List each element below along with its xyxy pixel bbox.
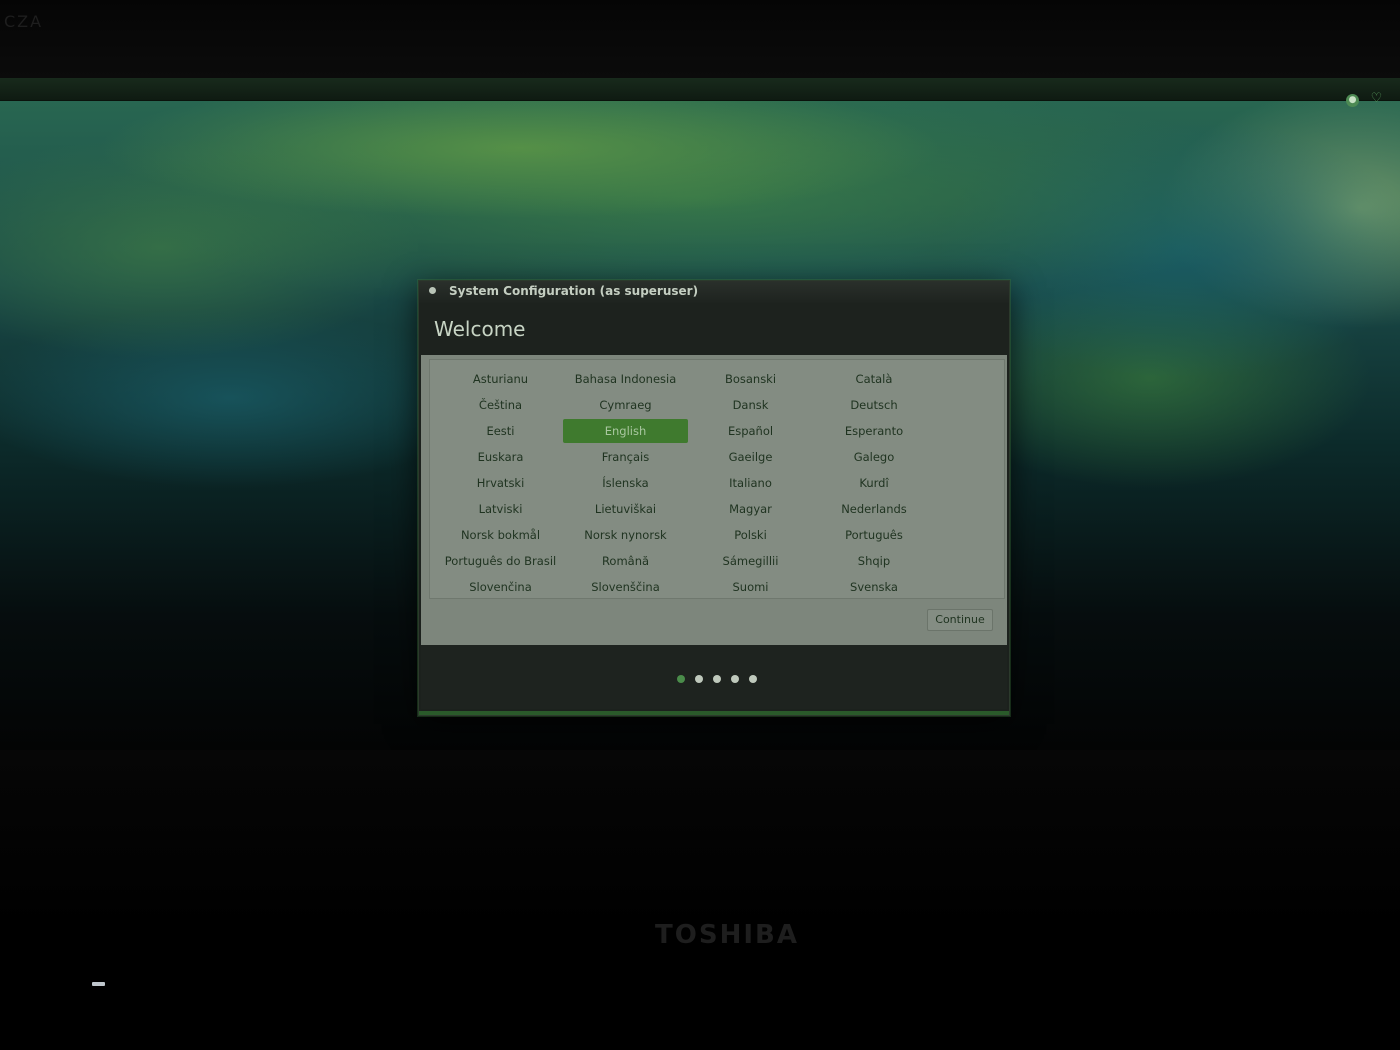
language-item[interactable]: Polski — [688, 522, 813, 548]
window-title: System Configuration (as superuser) — [449, 284, 699, 298]
progress-dot — [731, 675, 739, 683]
language-item[interactable]: Suomi — [688, 574, 813, 600]
language-item[interactable]: Bosanski — [688, 366, 813, 392]
language-item[interactable]: Čeština — [438, 392, 563, 418]
language-item[interactable]: Sámegillii — [688, 548, 813, 574]
language-item[interactable]: Română — [563, 548, 688, 574]
language-item[interactable]: Italiano — [688, 470, 813, 496]
language-item[interactable]: Cymraeg — [563, 392, 688, 418]
accessibility-icon[interactable]: ● — [1346, 94, 1359, 107]
language-item-selected[interactable]: English — [563, 419, 688, 443]
language-item[interactable]: Norsk nynorsk — [563, 522, 688, 548]
language-item[interactable]: Euskara — [438, 444, 563, 470]
dialog-content: Asturianu Bahasa Indonesia Bosanski Català Č… — [421, 355, 1007, 645]
language-item[interactable]: Português — [813, 522, 935, 548]
progress-dots — [677, 675, 757, 683]
language-item[interactable]: Slovenčina — [438, 574, 563, 600]
bezel-mark: CZA — [4, 12, 44, 31]
monitor-bezel-top: CZA — [0, 0, 1400, 78]
language-item[interactable]: Deutsch — [813, 392, 935, 418]
language-item[interactable]: Português do Brasil — [438, 548, 563, 574]
language-item[interactable]: Magyar — [688, 496, 813, 522]
progress-dot — [749, 675, 757, 683]
language-item[interactable]: Íslenska — [563, 470, 688, 496]
language-item[interactable]: Français — [563, 444, 688, 470]
language-item[interactable]: Kurdî — [813, 470, 935, 496]
progress-dot — [695, 675, 703, 683]
progress-dot-active — [677, 675, 685, 683]
language-item[interactable]: Svenska — [813, 574, 935, 600]
photo-frame: CZA ● ♡ System Configuration (as superus… — [0, 0, 1400, 1050]
language-item[interactable]: Slovenščina — [563, 574, 688, 600]
language-item[interactable]: Shqip — [813, 548, 935, 574]
language-item[interactable]: Nederlands — [813, 496, 935, 522]
dialog-titlebar[interactable]: System Configuration (as superuser) — [419, 281, 1009, 304]
heart-icon[interactable]: ♡ — [1370, 92, 1383, 105]
language-item[interactable]: Dansk — [688, 392, 813, 418]
continue-button[interactable]: Continue — [927, 609, 993, 631]
dialog-header: Welcome — [419, 303, 1009, 355]
system-configuration-dialog: System Configuration (as superuser) Welc… — [418, 280, 1010, 716]
language-item[interactable]: Gaeilge — [688, 444, 813, 470]
monitor-bezel-bottom: TOSHIBA — [0, 750, 1400, 1050]
window-menu-icon[interactable] — [429, 287, 436, 294]
language-item[interactable]: Asturianu — [438, 366, 563, 392]
language-list: Asturianu Bahasa Indonesia Bosanski Català Č… — [429, 359, 1005, 599]
top-panel — [0, 78, 1400, 101]
language-grid: Asturianu Bahasa Indonesia Bosanski Català Č… — [438, 366, 935, 600]
progress-dot — [713, 675, 721, 683]
power-led — [92, 982, 105, 986]
brand-logo: TOSHIBA — [655, 920, 799, 950]
language-item[interactable]: Latviski — [438, 496, 563, 522]
language-item[interactable]: Eesti — [438, 418, 563, 444]
language-item[interactable]: Español — [688, 418, 813, 444]
language-item[interactable]: Norsk bokmål — [438, 522, 563, 548]
language-item[interactable]: Bahasa Indonesia — [563, 366, 688, 392]
page-title: Welcome — [434, 317, 526, 341]
language-item[interactable]: Galego — [813, 444, 935, 470]
language-item[interactable]: Esperanto — [813, 418, 935, 444]
dialog-footer — [421, 645, 1007, 709]
dialog-border — [419, 711, 1009, 715]
language-item[interactable]: Hrvatski — [438, 470, 563, 496]
language-item[interactable]: Català — [813, 366, 935, 392]
language-item[interactable]: Lietuviškai — [563, 496, 688, 522]
